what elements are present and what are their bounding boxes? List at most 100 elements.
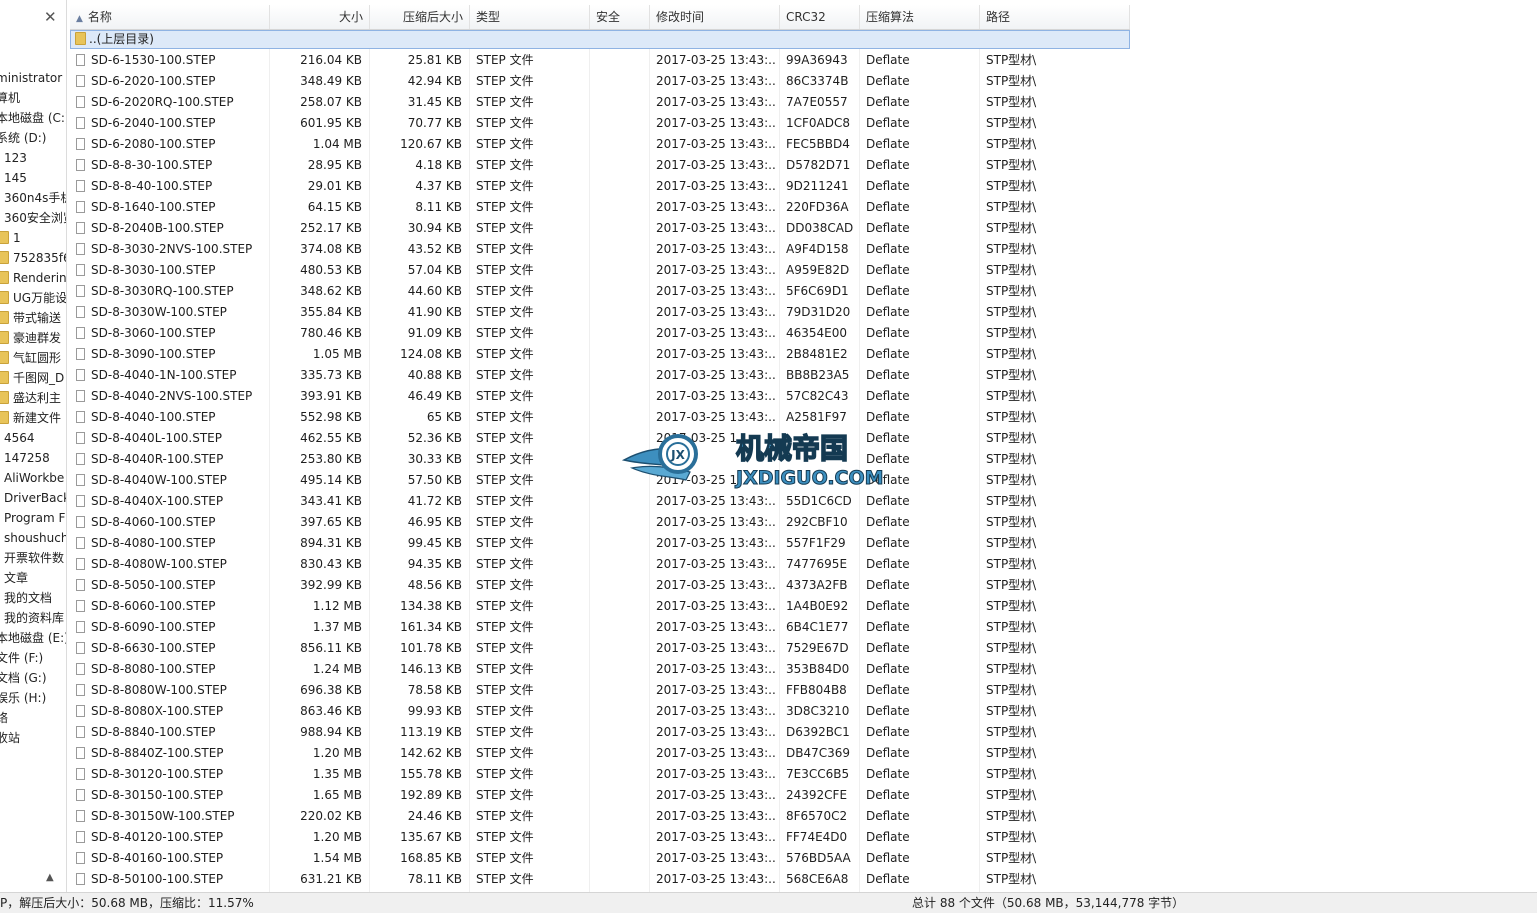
file-row[interactable]: SD-8-8840-100.STEP 988.94 KB 113.19 KB STEP… [70, 722, 1130, 743]
file-row[interactable]: SD-8-8-40-100.STEP 29.01 KB 4.37 KB STEP 文件… [70, 176, 1130, 197]
file-row[interactable]: SD-6-2020RQ-100.STEP 258.07 KB 31.45 KB STE… [70, 92, 1130, 113]
tree-item[interactable]: 360n4s手机 [0, 188, 66, 208]
tree-item[interactable]: 开票软件数 [0, 548, 66, 568]
tree-item[interactable]: ministrator [0, 68, 66, 88]
column-header-method[interactable]: 压缩算法 [860, 5, 980, 29]
cell-text: SD-6-1530-100.STEP [91, 53, 216, 67]
file-row[interactable]: SD-8-30120-100.STEP 1.35 MB 155.78 KB STEP … [70, 764, 1130, 785]
column-header: ▲ 名称 大小 压缩后大小 类型 安全 修改时间 CRC32 压缩算法 路径 [70, 5, 1130, 30]
tree-item[interactable]: 收站 [0, 728, 66, 748]
tree-item[interactable]: 气缸圆形 [0, 348, 66, 368]
file-row[interactable]: SD-8-3030-100.STEP 480.53 KB 57.04 KB STEP … [70, 260, 1130, 281]
file-row[interactable]: SD-8-1640-100.STEP 64.15 KB 8.11 KB STEP 文件… [70, 197, 1130, 218]
file-row[interactable]: SD-8-50100-100.STEP 631.21 KB 78.11 KB STEP… [70, 869, 1130, 890]
tree-item[interactable]: 4564 [0, 428, 66, 448]
cell-text: D6392BC1 [786, 725, 850, 739]
tree-item[interactable]: 360安全浏览 [0, 208, 66, 228]
tree-item[interactable]: 我的文档 [0, 588, 66, 608]
file-row[interactable]: SD-8-4080-100.STEP 894.31 KB 99.45 KB STEP … [70, 533, 1130, 554]
file-row[interactable]: SD-8-8840Z-100.STEP 1.20 MB 142.62 KB STEP … [70, 743, 1130, 764]
file-row[interactable]: SD-8-3030-2NVS-100.STEP 374.08 KB 43.52 KB… [70, 239, 1130, 260]
tree-item[interactable]: 文档 (G:) [0, 668, 66, 688]
tree-item[interactable]: 文件 (F:) [0, 648, 66, 668]
column-header-path[interactable]: 路径 [980, 5, 1130, 29]
file-row[interactable]: SD-8-4040L-100.STEP 462.55 KB 52.36 KB STEP… [70, 428, 1130, 449]
file-row[interactable]: SD-8-4040R-100.STEP 253.80 KB 30.33 KB STEP… [70, 449, 1130, 470]
tree-item[interactable]: 带式输送 [0, 308, 66, 328]
cell-type: STEP 文件 [476, 71, 586, 92]
tree-item[interactable]: 1 [0, 228, 66, 248]
column-header-security[interactable]: 安全 [590, 5, 650, 29]
cell-text: 462.55 KB [300, 431, 362, 445]
column-header-size[interactable]: 大小 [270, 5, 370, 29]
tree-item[interactable]: 娱乐 (H:) [0, 688, 66, 708]
file-row[interactable]: SD-8-4040-2NVS-100.STEP 393.91 KB 46.49 KB… [70, 386, 1130, 407]
tree-item[interactable]: 本地磁盘 (C:) [0, 108, 66, 128]
cell-modified: 2017-03-25 13:43:... [656, 596, 776, 617]
cell-text: STEP 文件 [476, 389, 534, 403]
cell-type: STEP 文件 [476, 638, 586, 659]
file-row[interactable]: SD-8-2040B-100.STEP 252.17 KB 30.94 KB STEP… [70, 218, 1130, 239]
tree-item-label: 开票软件数 [4, 551, 65, 565]
file-row[interactable]: SD-8-8080-100.STEP 1.24 MB 146.13 KB STEP 文… [70, 659, 1130, 680]
file-row[interactable]: SD-8-4040X-100.STEP 343.41 KB 41.72 KB STEP… [70, 491, 1130, 512]
cell-type: STEP 文件 [476, 659, 586, 680]
column-header-name[interactable]: ▲ 名称 [70, 5, 270, 29]
file-row[interactable]: SD-8-6060-100.STEP 1.12 MB 134.38 KB STEP 文… [70, 596, 1130, 617]
cell-text: 113.19 KB [400, 725, 462, 739]
tree-item[interactable]: 本地磁盘 (E:) [0, 628, 66, 648]
file-row[interactable]: SD-8-4040-100.STEP 552.98 KB 65 KB STEP 文件 2… [70, 407, 1130, 428]
cell-type: STEP 文件 [476, 155, 586, 176]
scroll-up-icon[interactable]: ▲ [46, 872, 54, 883]
tree-item[interactable]: 我的资料库 [0, 608, 66, 628]
tree-item[interactable]: 新建文件 [0, 408, 66, 428]
cell-text: 393.91 KB [300, 389, 362, 403]
file-row[interactable]: SD-8-3090-100.STEP 1.05 MB 124.08 KB STEP 文… [70, 344, 1130, 365]
tree-item[interactable]: 文章 [0, 568, 66, 588]
tree-item[interactable]: UG万能设 [0, 288, 66, 308]
file-row[interactable]: SD-8-4040-1N-100.STEP 335.73 KB 40.88 KB ST… [70, 365, 1130, 386]
file-row[interactable]: SD-6-2080-100.STEP 1.04 MB 120.67 KB STEP 文… [70, 134, 1130, 155]
tree-item[interactable]: 算机 [0, 88, 66, 108]
tree-item[interactable]: 系统 (D:) [0, 128, 66, 148]
tree-item[interactable]: 145 [0, 168, 66, 188]
file-row[interactable]: SD-8-40120-100.STEP 1.20 MB 135.67 KB STEP … [70, 827, 1130, 848]
file-row[interactable]: SD-6-2020-100.STEP 348.49 KB 42.94 KB STEP … [70, 71, 1130, 92]
tree-item[interactable]: Rendering [0, 268, 66, 288]
cell-crc: A959E82D [786, 260, 856, 281]
file-row[interactable]: SD-8-4040W-100.STEP 495.14 KB 57.50 KB STEP… [70, 470, 1130, 491]
file-row[interactable]: SD-6-1530-100.STEP 216.04 KB 25.81 KB STEP … [70, 50, 1130, 71]
column-header-modified[interactable]: 修改时间 [650, 5, 780, 29]
file-row[interactable]: SD-8-4060-100.STEP 397.65 KB 46.95 KB STEP … [70, 512, 1130, 533]
column-header-packed[interactable]: 压缩后大小 [370, 5, 470, 29]
tree-item[interactable]: Program F [0, 508, 66, 528]
tree-item[interactable]: DriverBack [0, 488, 66, 508]
file-row[interactable]: SD-8-30150W-100.STEP 220.02 KB 24.46 KB STE… [70, 806, 1130, 827]
tree-item[interactable]: shoushuch [0, 528, 66, 548]
file-row[interactable]: SD-6-2040-100.STEP 601.95 KB 70.77 KB STEP … [70, 113, 1130, 134]
file-row[interactable]: SD-8-40160-100.STEP 1.54 MB 168.85 KB STEP … [70, 848, 1130, 869]
column-header-crc[interactable]: CRC32 [780, 5, 860, 29]
parent-directory-row[interactable]: ..(上层目录) [70, 30, 1130, 49]
file-row[interactable]: SD-8-8080X-100.STEP 863.46 KB 99.93 KB STEP… [70, 701, 1130, 722]
tree-item[interactable]: AliWorkbe [0, 468, 66, 488]
file-row[interactable]: SD-8-5050-100.STEP 392.99 KB 48.56 KB STEP … [70, 575, 1130, 596]
column-header-type[interactable]: 类型 [470, 5, 590, 29]
file-row[interactable]: SD-8-4080W-100.STEP 830.43 KB 94.35 KB STEP… [70, 554, 1130, 575]
file-row[interactable]: SD-8-6090-100.STEP 1.37 MB 161.34 KB STEP 文… [70, 617, 1130, 638]
file-row[interactable]: SD-8-3060-100.STEP 780.46 KB 91.09 KB STEP … [70, 323, 1130, 344]
file-row[interactable]: SD-8-30150-100.STEP 1.65 MB 192.89 KB STEP … [70, 785, 1130, 806]
file-row[interactable]: SD-8-8-30-100.STEP 28.95 KB 4.18 KB STEP 文件… [70, 155, 1130, 176]
tree-item[interactable]: 123 [0, 148, 66, 168]
tree-item[interactable]: 豪迪群发 [0, 328, 66, 348]
file-row[interactable]: SD-8-6630-100.STEP 856.11 KB 101.78 KB STEP… [70, 638, 1130, 659]
tree-item[interactable]: 千图网_D [0, 368, 66, 388]
file-row[interactable]: SD-8-3030W-100.STEP 355.84 KB 41.90 KB STEP… [70, 302, 1130, 323]
tree-item[interactable]: 752835f6 [0, 248, 66, 268]
tree-item[interactable]: 络 [0, 708, 66, 728]
tree-item[interactable]: 147258 [0, 448, 66, 468]
tree-item[interactable]: 盛达利主 [0, 388, 66, 408]
close-icon[interactable]: ✕ [44, 8, 57, 26]
file-row[interactable]: SD-8-3030RQ-100.STEP 348.62 KB 44.60 KB STE… [70, 281, 1130, 302]
file-row[interactable]: SD-8-8080W-100.STEP 696.38 KB 78.58 KB STEP… [70, 680, 1130, 701]
